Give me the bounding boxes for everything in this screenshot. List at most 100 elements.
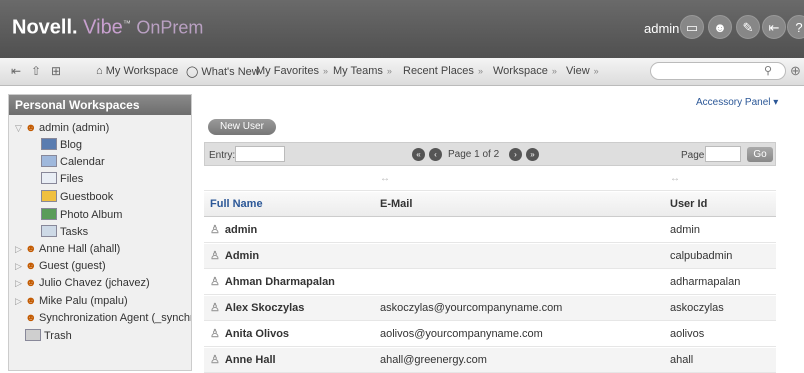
- nav-recent-places-label: Recent Places: [403, 65, 474, 77]
- current-user-name[interactable]: admin: [644, 21, 679, 36]
- photo-album-icon: [41, 208, 57, 220]
- go-button[interactable]: Go: [747, 147, 773, 162]
- table-row[interactable]: ♙ Anita Olivos aolivos@yourcompanyname.co…: [204, 322, 776, 347]
- person-icon: ☻: [25, 277, 37, 289]
- tree-icon[interactable]: ⊞: [48, 63, 64, 79]
- row-email: [374, 244, 380, 269]
- user-icon: ♙: [210, 328, 220, 340]
- table-row[interactable]: ♙ Admin calpubadmin: [204, 244, 776, 269]
- collapsed-icon[interactable]: ▷: [15, 293, 25, 309]
- tree-item-blog[interactable]: Blog: [41, 137, 82, 153]
- search-icon[interactable]: ⚲: [764, 64, 772, 77]
- nav-recent-places[interactable]: Recent Places»: [403, 65, 483, 77]
- blog-icon: [41, 138, 57, 150]
- accessory-panel-link[interactable]: Accessory Panel ▾: [696, 97, 778, 108]
- previous-page-icon[interactable]: ‹: [429, 148, 442, 161]
- row-user-id: calpubadmin: [670, 250, 733, 262]
- collapsed-icon[interactable]: ▷: [15, 275, 25, 291]
- nav-my-favorites[interactable]: My Favorites»: [256, 65, 328, 77]
- tree-item-admin[interactable]: ▽ ☻ admin (admin): [15, 120, 109, 136]
- column-resize-handle[interactable]: ↔: [664, 166, 680, 191]
- tasks-icon: [41, 225, 57, 237]
- nav-view[interactable]: View»: [566, 65, 599, 77]
- last-page-icon[interactable]: »: [526, 148, 539, 161]
- page-label: Page:: [681, 150, 708, 161]
- nav-my-teams[interactable]: My Teams»: [333, 65, 392, 77]
- user-icon: ♙: [210, 302, 220, 314]
- table-row[interactable]: ♙ Anne Hall ahall@greenergy.com ahall: [204, 348, 776, 373]
- notes-icon[interactable]: ✎: [736, 15, 760, 39]
- row-email: askoczylas@yourcompanyname.com: [380, 302, 563, 314]
- menu-arrow-icon: »: [386, 66, 392, 76]
- entry-label: Entry:: [209, 150, 236, 161]
- nav-whats-new[interactable]: ◯ What's New: [186, 65, 260, 78]
- tree-item-tasks[interactable]: Tasks: [41, 224, 88, 240]
- chevron-down-icon: ▾: [773, 97, 779, 108]
- tree-item-anne-hall[interactable]: ▷ ☻ Anne Hall (ahall): [15, 241, 120, 257]
- tree-item-synchronization-agent[interactable]: ☻Synchronization Agent (_synchroniz: [25, 310, 191, 326]
- page-indicator: Page 1 of 2: [448, 149, 500, 160]
- logout-icon[interactable]: ⇤: [762, 15, 786, 39]
- brand-name: Novell.: [12, 16, 78, 39]
- tree-item-calendar[interactable]: Calendar: [41, 154, 105, 170]
- up-icon[interactable]: ⇧: [28, 63, 44, 79]
- tree-item-julio-chavez[interactable]: ▷ ☻ Julio Chavez (jchavez): [15, 275, 150, 291]
- tree-item-photo-album[interactable]: Photo Album: [41, 207, 122, 223]
- new-user-button[interactable]: New User: [208, 119, 276, 135]
- row-user-id: admin: [670, 224, 700, 236]
- row-full-name: admin: [224, 224, 258, 236]
- menu-arrow-icon: »: [322, 66, 328, 76]
- row-user-id: aolivos: [670, 328, 705, 340]
- user-icon: ♙: [210, 224, 220, 236]
- nav-workspace[interactable]: Workspace»: [493, 65, 557, 77]
- nav-my-teams-label: My Teams: [333, 65, 383, 77]
- tree-item-trash[interactable]: Trash: [25, 328, 72, 344]
- table-row[interactable]: ♙ admin admin: [204, 218, 776, 243]
- nav-my-workspace[interactable]: ⌂ My Workspace: [96, 65, 178, 77]
- profile-icon[interactable]: ☻: [708, 15, 732, 39]
- row-full-name: Anne Hall: [224, 354, 276, 366]
- help-icon[interactable]: ?: [787, 15, 804, 39]
- expanded-icon[interactable]: ▽: [15, 120, 25, 136]
- back-icon[interactable]: ⇤: [8, 63, 24, 79]
- first-page-icon[interactable]: «: [412, 148, 425, 161]
- tree-item-guest[interactable]: ▷ ☻ Guest (guest): [15, 258, 106, 274]
- row-email: [374, 270, 380, 295]
- menu-arrow-icon: »: [477, 66, 483, 76]
- column-header-full-name[interactable]: Full Name: [204, 192, 263, 217]
- user-icon: ♙: [210, 276, 220, 288]
- product-logo[interactable]: Novell. Vibe™ OnPrem: [12, 12, 203, 40]
- pagination-bar: Entry: « ‹ Page 1 of 2 › » Page: Go: [204, 142, 776, 166]
- user-icon: ♙: [210, 250, 220, 262]
- guestbook-icon: [41, 190, 57, 202]
- next-page-icon[interactable]: ›: [509, 148, 522, 161]
- tree-item-guestbook[interactable]: Guestbook: [41, 189, 113, 205]
- collapsed-icon[interactable]: ▷: [15, 241, 25, 257]
- column-header-user-id[interactable]: User Id: [664, 192, 707, 217]
- nav-view-label: View: [566, 65, 590, 77]
- column-header-email[interactable]: E-Mail: [374, 192, 412, 217]
- tree-item-mike-palu[interactable]: ▷ ☻ Mike Palu (mpalu): [15, 293, 128, 309]
- top-bar: Novell. Vibe™ OnPrem admin ▭ ☻ ✎ ⇤ ?: [0, 0, 804, 58]
- row-user-id: adharmapalan: [670, 276, 741, 288]
- trash-icon: [25, 329, 41, 341]
- trademark: ™: [122, 19, 131, 28]
- add-icon[interactable]: ⊕: [790, 63, 801, 79]
- row-email: ahall@greenergy.com: [380, 354, 487, 366]
- row-email: [374, 218, 380, 243]
- tree-item-files[interactable]: Files: [41, 171, 83, 187]
- person-icon: ☻: [25, 260, 37, 272]
- desktop-icon[interactable]: ▭: [680, 15, 704, 39]
- person-icon: ☻: [25, 122, 37, 134]
- main-content: Accessory Panel ▾ New User Entry: « ‹ Pa…: [196, 94, 804, 373]
- nav-workspace-label: Workspace: [493, 65, 548, 77]
- page-input[interactable]: [705, 146, 741, 162]
- table-row[interactable]: ♙ Alex Skoczylas askoczylas@yourcompanyna…: [204, 296, 776, 321]
- collapsed-icon[interactable]: ▷: [15, 258, 25, 274]
- menu-arrow-icon: »: [593, 66, 599, 76]
- column-resize-handle[interactable]: ↔: [374, 166, 390, 191]
- files-icon: [41, 172, 57, 184]
- person-icon: ☻: [25, 243, 37, 255]
- entry-input[interactable]: [235, 146, 285, 162]
- table-row[interactable]: ♙ Ahman Dharmapalan adharmapalan: [204, 270, 776, 295]
